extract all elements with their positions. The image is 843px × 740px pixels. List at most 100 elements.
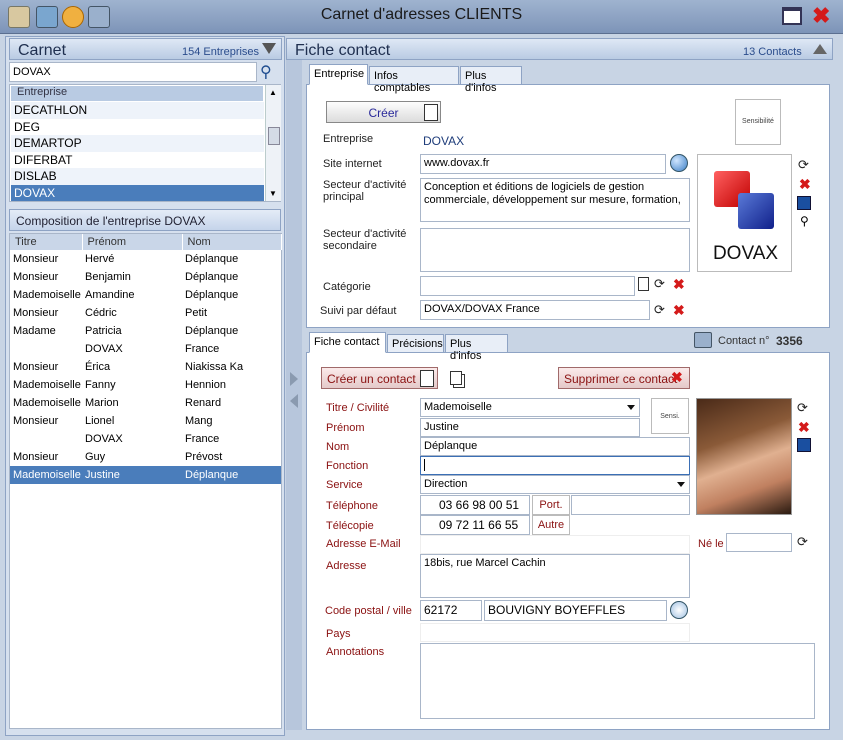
table-cell: Fanny [85, 379, 116, 391]
company-logo[interactable]: DOVAX [697, 154, 792, 272]
sensibilite-box[interactable]: Sensibilité [735, 99, 781, 145]
duplicate-contact-icon[interactable] [450, 371, 462, 385]
create-entreprise-button[interactable]: Créer [326, 101, 441, 123]
photo-refresh-icon[interactable]: ⟳ [797, 400, 808, 416]
table-row[interactable]: Monsieur Cédric Petit [10, 304, 281, 322]
suivi-delete-icon[interactable]: ✖ [673, 302, 685, 319]
close-icon[interactable]: ✖ [812, 3, 830, 29]
sensi-box[interactable]: Sensi. [651, 398, 689, 434]
logo-delete-icon[interactable]: ✖ [799, 176, 811, 193]
email-input[interactable] [420, 535, 690, 554]
table-row[interactable]: Mademoiselle Marion Renard [10, 394, 281, 412]
categorie-refresh-icon[interactable]: ⟳ [654, 276, 665, 292]
column-header-nom[interactable]: Nom [182, 234, 282, 250]
fiche-header: Fiche contact 13 Contacts [286, 38, 833, 60]
tab-fiche-contact[interactable]: Fiche contact [309, 332, 386, 353]
logo-search-icon[interactable]: ⚲ [800, 214, 809, 228]
secteur-secondaire-input[interactable] [420, 228, 690, 272]
tab-plus-infos-contact[interactable]: Plus d'infos [445, 334, 508, 362]
pays-input[interactable] [420, 623, 690, 642]
table-row[interactable]: Mademoiselle Justine Déplanque [10, 466, 281, 484]
categorie-document-icon[interactable] [638, 277, 649, 291]
fonction-input[interactable] [420, 456, 690, 475]
composition-table[interactable]: Titre Prénom Nom Monsieur Hervé Déplanque Mon… [9, 233, 282, 729]
postal-code-input[interactable]: 62172 [420, 600, 482, 621]
create-contact-button[interactable]: Créer un contact [321, 367, 438, 389]
adresse-input[interactable]: 18bis, rue Marcel Cachin [420, 554, 690, 598]
categorie-input[interactable] [420, 276, 635, 296]
logo-text: DOVAX [712, 243, 779, 264]
photo-save-icon[interactable] [797, 438, 811, 452]
adresse-label: Adresse [326, 560, 367, 572]
annotations-input[interactable] [420, 643, 815, 719]
company-list-item[interactable]: DOVAX [11, 184, 264, 201]
table-cell: Déplanque [185, 325, 239, 337]
table-row[interactable]: Monsieur Hervé Déplanque [10, 250, 281, 268]
table-row[interactable]: Madame Patricia Déplanque [10, 322, 281, 340]
table-row[interactable]: DOVAX France [10, 430, 281, 448]
table-cell: Monsieur [13, 271, 59, 283]
logo-save-icon[interactable] [797, 196, 811, 210]
service-value: Direction [424, 478, 468, 490]
column-header-prénom[interactable]: Prénom [82, 234, 183, 250]
table-cell: Cédric [85, 307, 117, 319]
column-header-titre[interactable]: Titre [10, 234, 83, 250]
autre-button[interactable]: Autre [532, 515, 570, 535]
company-list[interactable]: Entreprise DECATHLON DEG DEMARTOP DIFERBAT D… [9, 84, 281, 202]
secteur-principal-input[interactable]: Conception et éditions de logiciels de g… [420, 178, 690, 222]
table-cell: Mang [185, 415, 213, 427]
table-row[interactable]: Mademoiselle Fanny Hennion [10, 376, 281, 394]
company-list-scrollbar[interactable]: ▲ ▼ [265, 85, 281, 201]
city-input[interactable]: BOUVIGNY BOYEFFLES [484, 600, 667, 621]
birth-date-refresh-icon[interactable]: ⟳ [797, 534, 808, 550]
birth-date-input[interactable] [726, 533, 792, 552]
tab-entreprise[interactable]: Entreprise [309, 64, 368, 85]
table-row[interactable]: Monsieur Benjamin Déplanque [10, 268, 281, 286]
logo-refresh-icon[interactable]: ⟳ [798, 157, 809, 173]
chevron-down-icon [627, 405, 635, 410]
binoculars-icon[interactable]: ⚲ [260, 62, 280, 82]
maximize-icon[interactable] [782, 7, 802, 25]
suivi-input[interactable]: DOVAX/DOVAX France [420, 300, 650, 320]
collapse-up-icon[interactable] [813, 44, 827, 54]
company-list-item[interactable]: DISLAB [11, 168, 264, 185]
port-input[interactable] [571, 495, 690, 515]
service-select[interactable]: Direction [420, 475, 690, 494]
nom-input[interactable]: Déplanque [420, 437, 690, 456]
table-row[interactable]: DOVAX France [10, 340, 281, 358]
company-list-item[interactable]: DEMARTOP [11, 135, 264, 152]
printer-icon[interactable] [694, 332, 712, 348]
table-cell: Amandine [85, 289, 135, 301]
globe-icon[interactable] [670, 154, 688, 172]
titre-select[interactable]: Mademoiselle [420, 398, 640, 417]
company-list-item[interactable]: DEG [11, 118, 264, 135]
text-cursor [424, 459, 425, 471]
service-label: Service [326, 479, 363, 491]
tab-plus-infos-entreprise[interactable]: Plus d'infos [460, 66, 522, 94]
table-row[interactable]: Monsieur Guy Prévost [10, 448, 281, 466]
contact-photo[interactable] [696, 398, 792, 515]
suivi-refresh-icon[interactable]: ⟳ [654, 302, 665, 318]
company-list-item[interactable]: DIFERBAT [11, 151, 264, 168]
table-row[interactable]: Mademoiselle Amandine Déplanque [10, 286, 281, 304]
delete-contact-button[interactable]: Supprimer ce contact ✖ [558, 367, 690, 389]
table-row[interactable]: Monsieur Érica Niakissa Ka [10, 358, 281, 376]
compass-icon[interactable] [670, 601, 688, 619]
company-list-item[interactable]: DECATHLON [11, 102, 264, 119]
prenom-input[interactable]: Justine [420, 418, 640, 437]
new-document-icon [424, 104, 438, 121]
company-search-input[interactable] [9, 62, 257, 82]
expand-right-icon[interactable] [290, 372, 298, 386]
tab-infos-comptables[interactable]: Infos comptables [369, 66, 459, 94]
collapse-left-icon[interactable] [290, 394, 298, 408]
telecopie-input[interactable]: 09 72 11 66 55 [420, 515, 530, 535]
filter-down-icon[interactable] [262, 43, 276, 54]
telephone-input[interactable]: 03 66 98 00 51 [420, 495, 530, 515]
categorie-delete-icon[interactable]: ✖ [673, 276, 685, 293]
site-input[interactable]: www.dovax.fr [420, 154, 666, 174]
tab-precisions[interactable]: Précisions [387, 334, 444, 353]
photo-delete-icon[interactable]: ✖ [798, 419, 810, 436]
prenom-label: Prénom [326, 422, 365, 434]
port-button[interactable]: Port. [532, 495, 570, 515]
table-row[interactable]: Monsieur Lionel Mang [10, 412, 281, 430]
